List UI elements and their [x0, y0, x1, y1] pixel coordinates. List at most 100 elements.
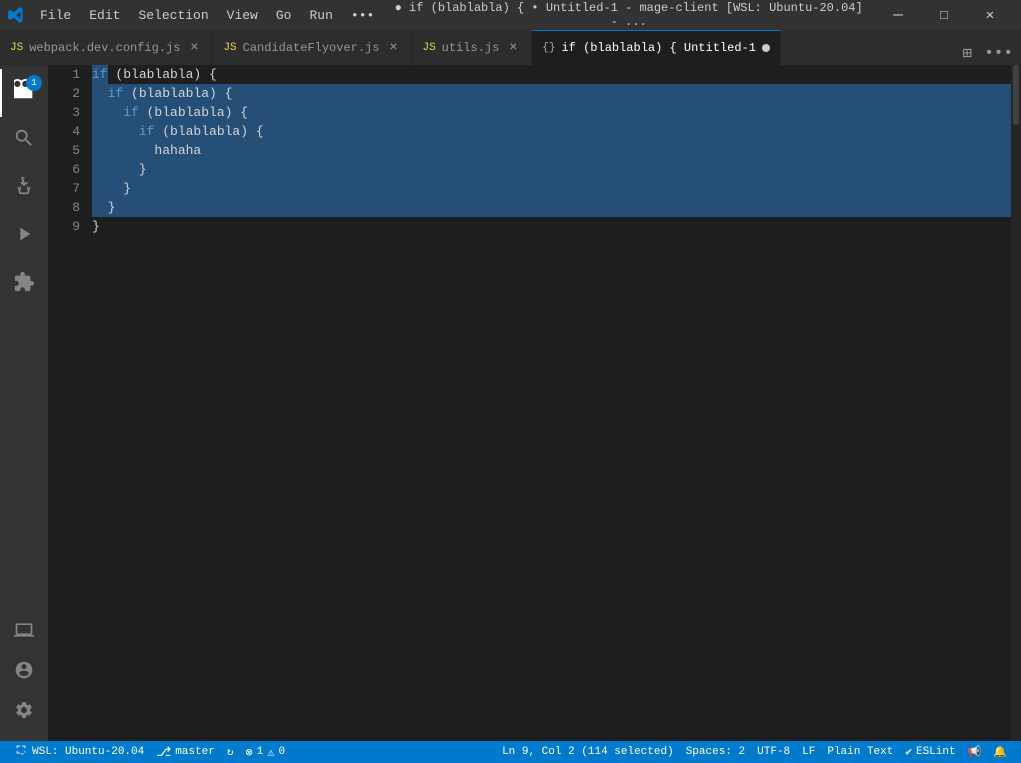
- status-spaces[interactable]: Spaces: 2: [680, 741, 751, 763]
- sync-icon: ↻: [227, 745, 234, 759]
- scrollbar-vertical[interactable]: [1011, 65, 1021, 741]
- tab-bar: JS webpack.dev.config.js × JS CandidateF…: [0, 30, 1021, 65]
- tab-webpack[interactable]: JS webpack.dev.config.js ×: [0, 30, 213, 65]
- code-line-8: }: [92, 198, 1017, 217]
- account-icon: [14, 660, 34, 687]
- code-line-4: if (blablabla) {: [92, 122, 1017, 141]
- settings-icon: [14, 700, 34, 727]
- maximize-button[interactable]: □: [921, 0, 967, 30]
- activity-item-remote[interactable]: [0, 613, 48, 653]
- warning-icon: ⚠: [267, 745, 274, 760]
- broadcast-icon: 📢: [968, 745, 982, 759]
- explorer-badge: 1: [26, 75, 42, 91]
- code-lines: if (blablabla) { if (blablabla) { if (bl…: [88, 65, 1021, 741]
- menu-file[interactable]: File: [32, 6, 79, 25]
- main-layout: 1: [0, 65, 1021, 741]
- status-branch[interactable]: ⎇ master: [150, 741, 221, 763]
- menu-edit[interactable]: Edit: [81, 6, 128, 25]
- eol-label: LF: [802, 746, 815, 758]
- code-editor[interactable]: 1 2 3 4 5 6 7 8 9 if (blablabla) {: [48, 65, 1021, 741]
- tab-candidateflyover[interactable]: JS CandidateFlyover.js ×: [213, 30, 412, 65]
- language-label: Plain Text: [827, 746, 893, 758]
- remote-icon: [14, 620, 34, 647]
- branch-icon: ⎇: [156, 745, 171, 760]
- menu-run[interactable]: Run: [301, 6, 340, 25]
- tab-icon-webpack: JS: [10, 42, 23, 54]
- vscode-logo: [8, 7, 24, 23]
- tab-close-webpack[interactable]: ×: [186, 40, 202, 56]
- tab-icon-untitled: {}: [542, 42, 555, 54]
- position-label: Ln 9, Col 2 (114 selected): [502, 746, 674, 758]
- status-errors[interactable]: ⊗ 1 ⚠ 0: [239, 741, 291, 763]
- code-line-7: }: [92, 179, 1017, 198]
- status-bar: WSL: Ubuntu-20.04 ⎇ master ↻ ⊗ 1 ⚠ 0 Ln …: [0, 741, 1021, 763]
- close-button[interactable]: ✕: [967, 0, 1013, 30]
- tab-label-candidateflyover: CandidateFlyover.js: [243, 41, 380, 55]
- activity-item-scm[interactable]: [0, 165, 48, 213]
- search-icon: [13, 127, 35, 156]
- code-content: 1 2 3 4 5 6 7 8 9 if (blablabla) {: [48, 65, 1021, 741]
- menu-view[interactable]: View: [219, 6, 266, 25]
- tab-label-webpack: webpack.dev.config.js: [29, 41, 180, 55]
- status-position[interactable]: Ln 9, Col 2 (114 selected): [496, 741, 680, 763]
- branch-name: master: [175, 746, 215, 758]
- menu-more[interactable]: •••: [343, 6, 382, 25]
- editor-area: 1 2 3 4 5 6 7 8 9 if (blablabla) {: [48, 65, 1021, 741]
- code-line-9: }: [92, 217, 1017, 236]
- source-control-icon: [13, 175, 35, 204]
- spaces-label: Spaces: 2: [686, 746, 745, 758]
- code-line-1: if (blablabla) {: [92, 65, 1017, 84]
- code-line-3: if (blablabla) {: [92, 103, 1017, 122]
- window-controls: — □ ✕: [875, 0, 1013, 30]
- status-sync[interactable]: ↻: [221, 741, 240, 763]
- tab-close-utils[interactable]: ×: [505, 40, 521, 56]
- minimize-button[interactable]: —: [875, 0, 921, 30]
- more-actions-button[interactable]: •••: [980, 42, 1017, 64]
- extensions-icon: [13, 271, 35, 299]
- status-eol[interactable]: LF: [796, 741, 821, 763]
- tab-utils[interactable]: JS utils.js ×: [412, 30, 532, 65]
- menu-go[interactable]: Go: [268, 6, 300, 25]
- wsl-label: WSL: Ubuntu-20.04: [32, 746, 144, 758]
- tab-icon-candidateflyover: JS: [223, 42, 236, 54]
- activity-item-settings[interactable]: [0, 693, 48, 733]
- activity-item-run[interactable]: [0, 213, 48, 261]
- eslint-check-icon: ✔: [905, 745, 912, 759]
- split-editor-button[interactable]: ⊞: [959, 41, 977, 65]
- warning-count: 0: [279, 746, 286, 758]
- activity-item-explorer[interactable]: 1: [0, 69, 48, 117]
- title-bar: File Edit Selection View Go Run ••• ● if…: [0, 0, 1021, 30]
- tab-dirty-dot: [762, 44, 770, 52]
- tab-untitled[interactable]: {} if (blablabla) { Untitled-1: [532, 30, 781, 65]
- tab-label-utils: utils.js: [442, 41, 500, 55]
- code-line-6: }: [92, 160, 1017, 179]
- activity-bar: 1: [0, 65, 48, 741]
- menu-selection[interactable]: Selection: [130, 6, 216, 25]
- scrollbar-thumb[interactable]: [1013, 65, 1019, 125]
- activity-item-account[interactable]: [0, 653, 48, 693]
- menu-bar: File Edit Selection View Go Run •••: [32, 6, 382, 25]
- status-language[interactable]: Plain Text: [821, 741, 899, 763]
- code-line-2: if (blablabla) {: [92, 84, 1017, 103]
- status-bell[interactable]: 🔔: [987, 741, 1013, 763]
- tab-close-candidateflyover[interactable]: ×: [385, 40, 401, 56]
- window-title: ● if (blablabla) { • Untitled-1 - mage-c…: [390, 1, 867, 29]
- remote-status-icon: [14, 743, 28, 761]
- status-eslint[interactable]: ✔ ESLint: [899, 741, 961, 763]
- activity-item-search[interactable]: [0, 117, 48, 165]
- status-wsl[interactable]: WSL: Ubuntu-20.04: [8, 741, 150, 763]
- run-debug-icon: [13, 223, 35, 252]
- status-encoding[interactable]: UTF-8: [751, 741, 796, 763]
- line-numbers: 1 2 3 4 5 6 7 8 9: [48, 65, 88, 741]
- encoding-label: UTF-8: [757, 746, 790, 758]
- error-count: 1: [257, 746, 264, 758]
- tab-label-untitled: if (blablabla) { Untitled-1: [561, 41, 755, 55]
- bell-icon: 🔔: [993, 745, 1007, 759]
- status-broadcast[interactable]: 📢: [962, 741, 988, 763]
- code-line-5: hahaha: [92, 141, 1017, 160]
- tab-actions: ⊞ •••: [955, 41, 1021, 65]
- eslint-label: ESLint: [916, 746, 956, 758]
- error-icon: ⊗: [245, 745, 252, 760]
- tab-icon-utils: JS: [422, 42, 435, 54]
- activity-item-extensions[interactable]: [0, 261, 48, 309]
